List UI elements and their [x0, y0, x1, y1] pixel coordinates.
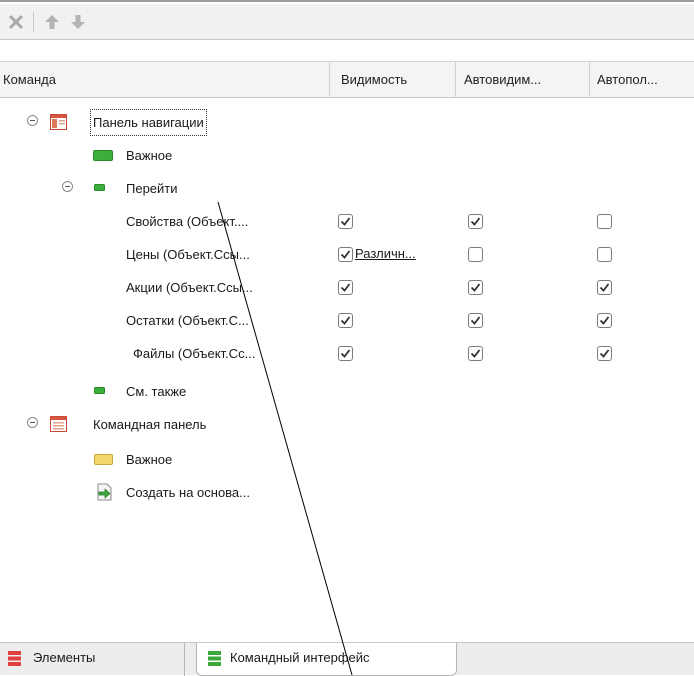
autoposition-checkbox[interactable] — [597, 247, 612, 262]
tab-command-interface[interactable]: Командный интерфейс — [196, 643, 457, 676]
visibility-checkbox[interactable] — [338, 280, 353, 295]
column-command[interactable]: Команда — [0, 62, 330, 98]
tree-label: Важное — [126, 452, 173, 467]
autovisibility-checkbox[interactable] — [468, 280, 483, 295]
collapse-toggle[interactable] — [27, 417, 38, 428]
visibility-checkbox[interactable] — [338, 247, 353, 262]
tree-label: Панель навигации — [90, 109, 207, 136]
check-icon — [340, 217, 351, 226]
check-icon — [470, 217, 481, 226]
tab-elements[interactable]: Элементы — [0, 643, 185, 676]
create-based-on-icon — [97, 483, 112, 501]
autoposition-checkbox[interactable] — [597, 214, 612, 229]
tree-label: Файлы (Объект.Сс... — [133, 346, 256, 361]
tree-label: См. также — [126, 384, 187, 399]
check-icon — [340, 283, 351, 292]
autoposition-checkbox[interactable] — [597, 346, 612, 361]
column-header: Команда Видимость Автовидим... Автопол..… — [0, 61, 694, 98]
delete-button[interactable] — [4, 10, 28, 34]
check-icon — [340, 349, 351, 358]
close-icon — [9, 15, 23, 29]
group-see-also-icon — [94, 387, 105, 394]
elements-tab-icon — [8, 651, 21, 666]
tree-row-see-also[interactable]: См. также — [0, 375, 694, 408]
autoposition-checkbox[interactable] — [597, 313, 612, 328]
tab-label: Командный интерфейс — [230, 650, 370, 665]
check-icon — [340, 250, 351, 259]
tree-row-command[interactable]: Остатки (Объект.С... — [0, 304, 694, 337]
command-interface-tab-icon — [208, 651, 221, 666]
column-autoposition[interactable]: Автопол... — [590, 62, 694, 98]
visibility-variants-link[interactable]: Различн... — [355, 246, 416, 261]
group-important-icon — [94, 454, 113, 465]
column-autovisibility[interactable]: Автовидим... — [456, 62, 590, 98]
tree-row-command[interactable]: Файлы (Объект.Сс... — [0, 337, 694, 370]
command-panel-icon — [50, 416, 67, 432]
tree-label: Командная панель — [93, 417, 207, 432]
visibility-checkbox[interactable] — [338, 313, 353, 328]
tree-row-nav-goto[interactable]: Перейти — [0, 172, 694, 205]
check-icon — [599, 316, 610, 325]
toolbar-separator — [33, 12, 34, 32]
check-icon — [599, 349, 610, 358]
tree-row-cmd-important[interactable]: Важное — [0, 443, 694, 476]
move-up-button[interactable] — [40, 10, 64, 34]
group-goto-icon — [94, 184, 105, 191]
visibility-checkbox[interactable] — [338, 346, 353, 361]
column-visibility[interactable]: Видимость — [330, 62, 456, 98]
move-down-button[interactable] — [66, 10, 90, 34]
tab-label: Элементы — [33, 650, 96, 665]
arrow-down-icon — [71, 15, 85, 29]
autovisibility-checkbox[interactable] — [468, 313, 483, 328]
arrow-up-icon — [45, 15, 59, 29]
tree-label: Свойства (Объект.... — [126, 214, 249, 229]
tree-label: Цены (Объект.Ссы... — [126, 247, 250, 262]
command-interface-editor: Команда Видимость Автовидим... Автопол..… — [0, 0, 694, 676]
autovisibility-checkbox[interactable] — [468, 247, 483, 262]
tab-bar: Элементы Командный интерфейс — [0, 642, 694, 676]
tree-label: Создать на основа... — [126, 485, 251, 500]
check-icon — [470, 349, 481, 358]
tree-row-cmd-panel[interactable]: Командная панель — [0, 408, 694, 441]
tree-label: Перейти — [126, 181, 178, 196]
tree-row-create-based[interactable]: Создать на основа... — [0, 476, 694, 509]
check-icon — [470, 316, 481, 325]
toolbar — [0, 4, 694, 40]
tree-row-command[interactable]: Акции (Объект.Ссы... — [0, 271, 694, 304]
autoposition-checkbox[interactable] — [597, 280, 612, 295]
collapse-toggle[interactable] — [27, 115, 38, 126]
collapse-toggle[interactable] — [62, 181, 73, 192]
tree-row-command[interactable]: Свойства (Объект.... — [0, 205, 694, 238]
autovisibility-checkbox[interactable] — [468, 346, 483, 361]
visibility-checkbox[interactable] — [338, 214, 353, 229]
autovisibility-checkbox[interactable] — [468, 214, 483, 229]
tree-row-nav-panel[interactable]: Панель навигации — [0, 106, 694, 139]
tree-row-nav-important[interactable]: Важное — [0, 139, 694, 172]
group-important-icon — [93, 150, 113, 161]
check-icon — [340, 316, 351, 325]
tree-label: Остатки (Объект.С... — [126, 313, 249, 328]
tree-label: Важное — [126, 148, 173, 163]
navigation-panel-icon — [50, 114, 67, 130]
tree-row-command[interactable]: Цены (Объект.Ссы... Различн... — [0, 238, 694, 271]
check-icon — [470, 283, 481, 292]
tree-label: Акции (Объект.Ссы... — [126, 280, 253, 295]
check-icon — [599, 283, 610, 292]
